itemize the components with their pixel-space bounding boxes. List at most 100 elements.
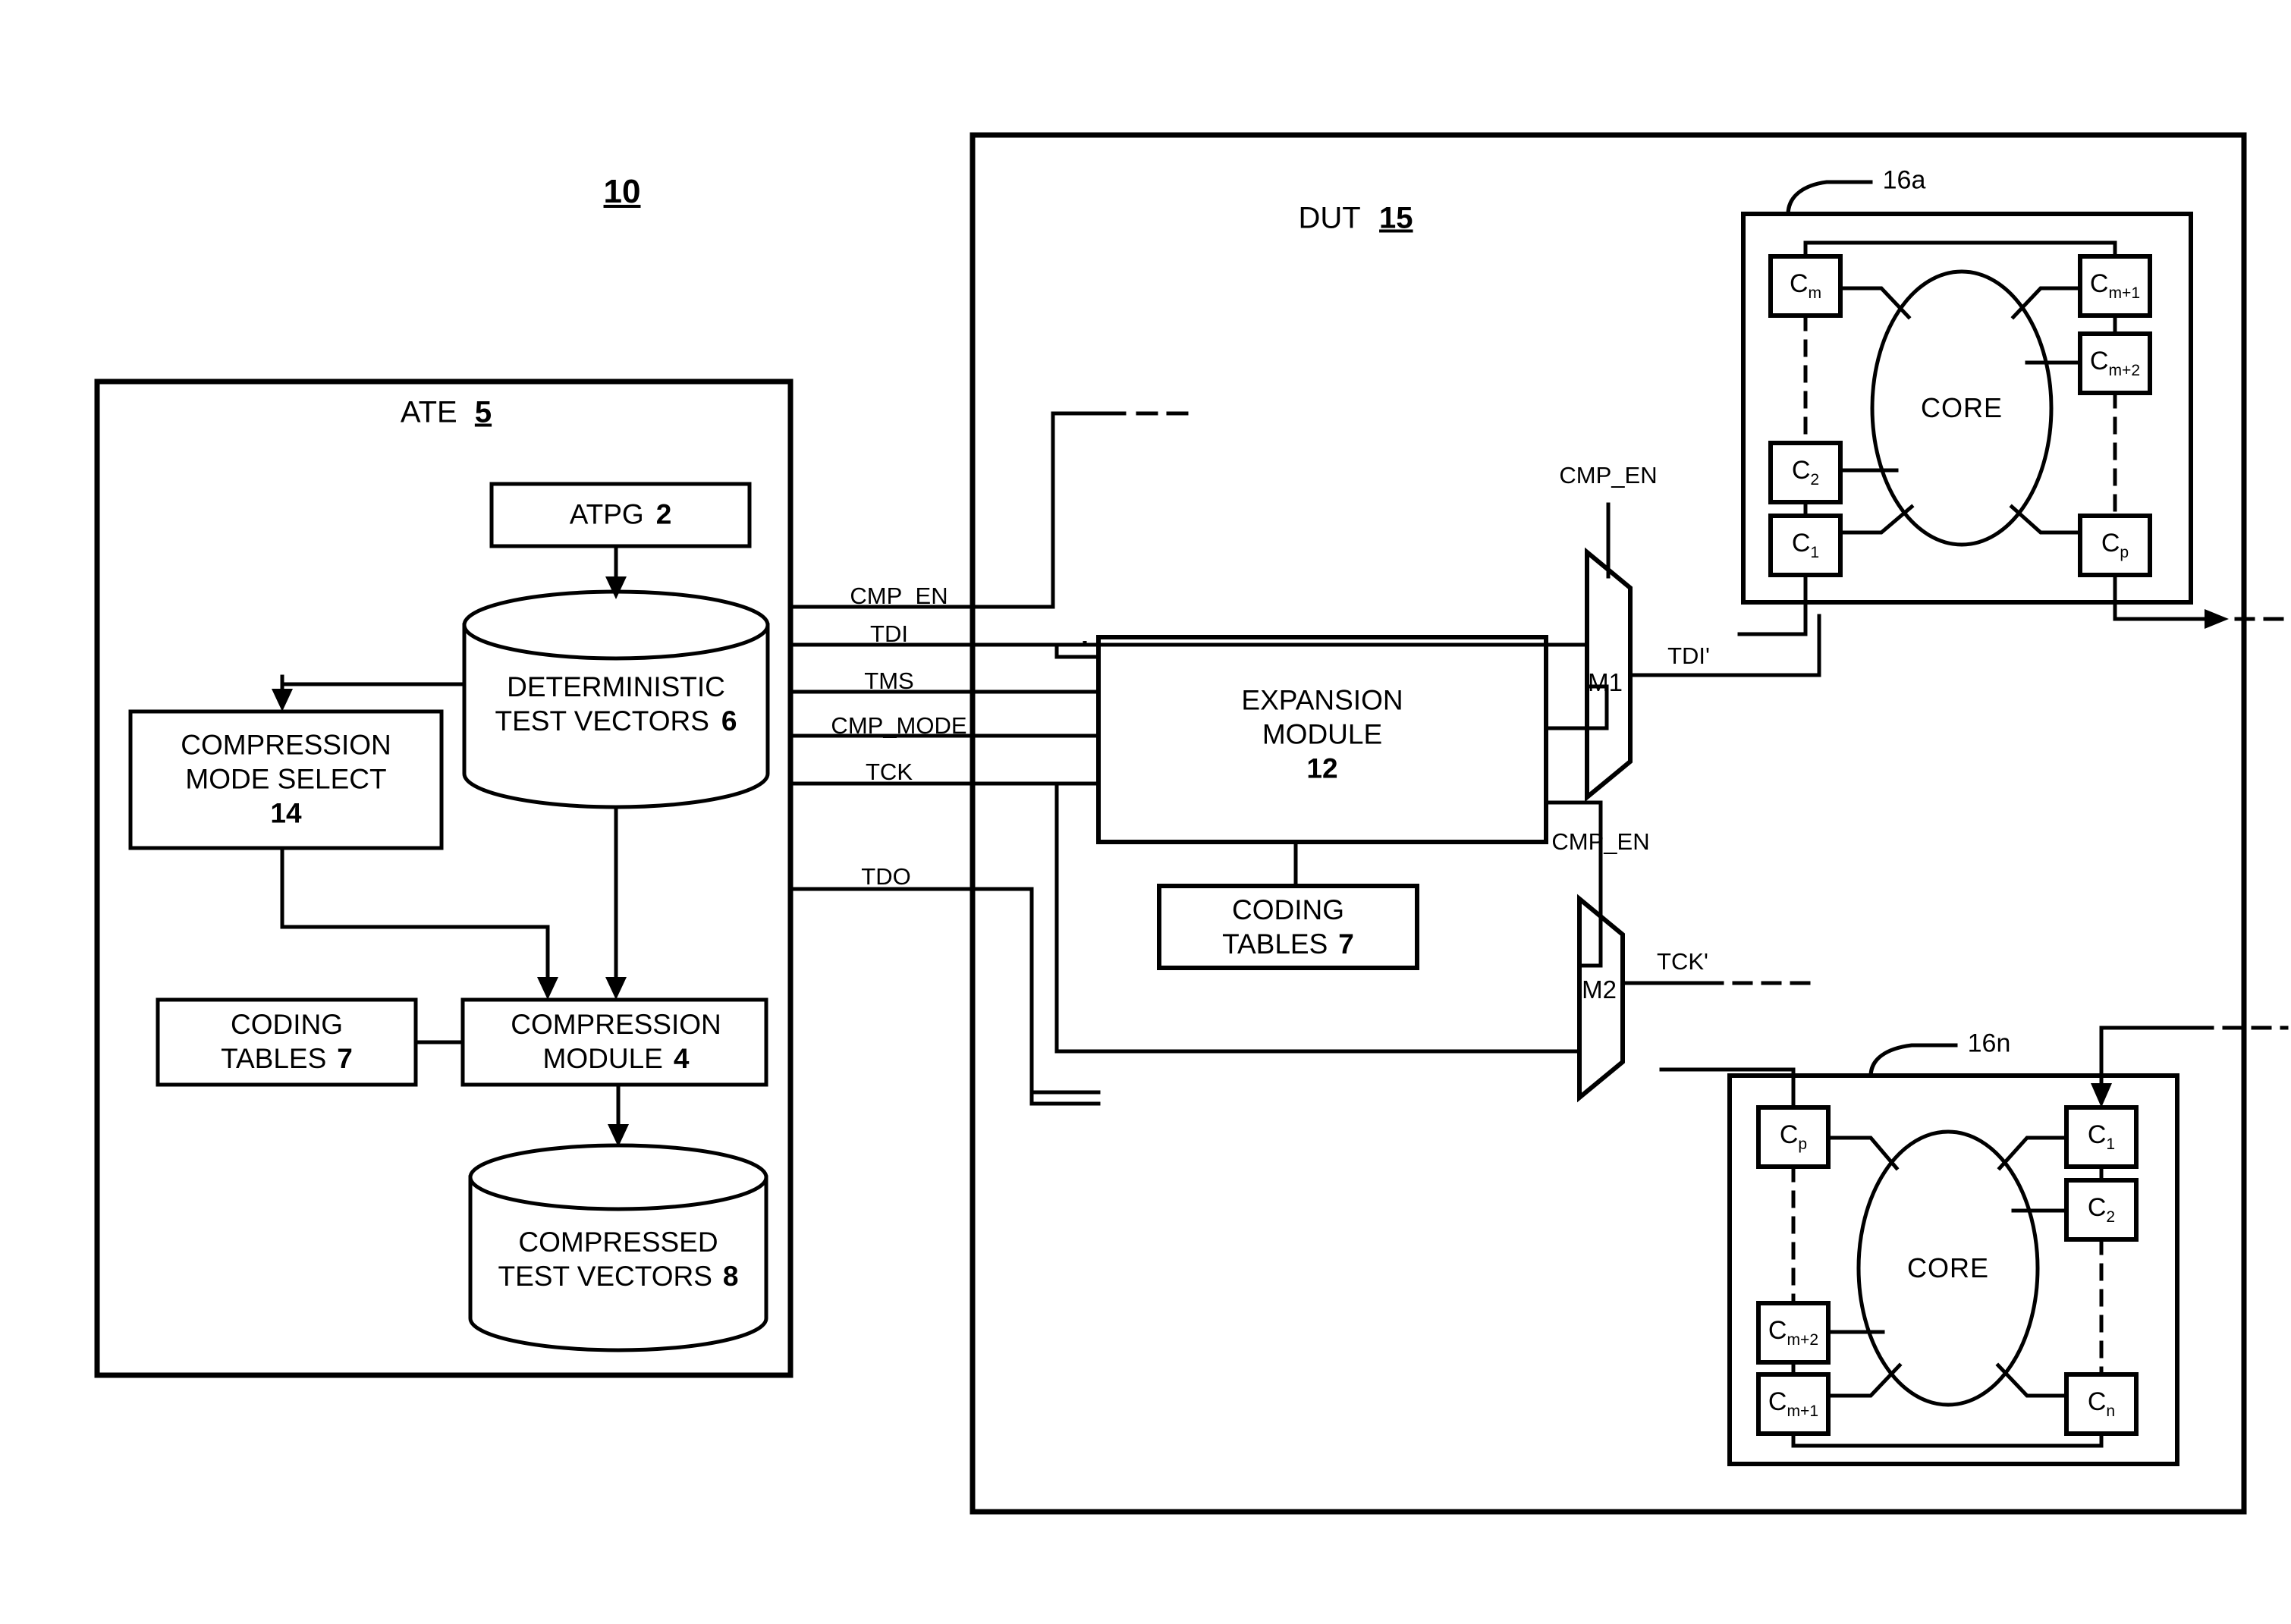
cell-sub: 2 bbox=[2106, 1208, 2116, 1226]
cell-label: Cp bbox=[1780, 1120, 1807, 1154]
cell-base: C bbox=[1779, 1120, 1799, 1150]
cmod-line1: COMPRESSION bbox=[511, 1008, 721, 1040]
cell-sub: m bbox=[1808, 284, 1822, 302]
figure-canvas: 10 ATE 5 DUT 15 ATPG 2 DETERMINISTIC TEST… bbox=[0, 0, 2291, 1624]
chain-16a-cp-out bbox=[2113, 573, 2210, 621]
cmod-line2: MODULE bbox=[542, 1043, 663, 1074]
cell-base: C bbox=[2087, 1120, 2107, 1150]
cell-sub: p bbox=[1798, 1135, 1808, 1153]
cell-base: C bbox=[2089, 269, 2109, 299]
cell-label: Cm+1 bbox=[2090, 269, 2140, 303]
cell-sub: n bbox=[2106, 1402, 2116, 1420]
atpg-text: ATPG bbox=[569, 498, 644, 530]
cell-base: C bbox=[1768, 1387, 1787, 1417]
cell-base: C bbox=[1791, 529, 1811, 558]
bus-tdo bbox=[788, 887, 1101, 1106]
cell-base: C bbox=[1768, 1316, 1787, 1346]
cmod-ref: 4 bbox=[673, 1043, 690, 1074]
expansion-module-label: EXPANSION MODULE 12 bbox=[1241, 683, 1403, 785]
ct-dut-line1: CODING bbox=[1231, 894, 1344, 925]
cell-sub: m+2 bbox=[2108, 361, 2141, 379]
cell-label: C1 bbox=[1792, 529, 1819, 562]
em-line1: EXPANSION bbox=[1241, 684, 1403, 716]
cell-sub: 1 bbox=[1810, 543, 1820, 561]
dtv-ref: 6 bbox=[721, 705, 737, 737]
em-line2: MODULE bbox=[1262, 718, 1383, 750]
signal-label-cmp-en: CMP_EN bbox=[850, 583, 948, 609]
signal-label-tms: TMS bbox=[864, 668, 914, 694]
compression-mode-select-label: COMPRESSION MODE SELECT 14 bbox=[181, 727, 391, 830]
chain-16n-bottom bbox=[1791, 1431, 2104, 1448]
cell-sub: m+1 bbox=[2108, 284, 2141, 302]
coding-tables-ate-label: CODING TABLES 7 bbox=[221, 1007, 353, 1076]
ct-dut-ref: 7 bbox=[1338, 928, 1354, 960]
core-wire bbox=[2010, 286, 2082, 320]
mux2-label: M2 bbox=[1582, 975, 1617, 1004]
leader-16n bbox=[1868, 1043, 1958, 1078]
ctv-line2-wrap: TEST VECTORS 8 bbox=[498, 1259, 739, 1293]
core-block-16n-ref: 16n bbox=[1967, 1029, 2011, 1058]
cell-label: Cm+2 bbox=[1768, 1316, 1818, 1349]
core-block-16a-ref: 16a bbox=[1882, 165, 1926, 195]
ate-ref: 5 bbox=[474, 395, 492, 429]
ate-title: ATE 5 bbox=[401, 396, 492, 430]
ctv-ref: 8 bbox=[722, 1261, 739, 1292]
signal-label-cmp-mode: CMP_MODE bbox=[831, 712, 967, 739]
core-wire bbox=[1997, 1136, 2069, 1171]
em-ref: 12 bbox=[1306, 752, 1338, 784]
cmod-line2-wrap: MODULE 4 bbox=[511, 1041, 721, 1076]
cell-label: Cm bbox=[1790, 269, 1821, 303]
deterministic-test-vectors-label: DETERMINISTIC TEST VECTORS 6 bbox=[495, 670, 737, 738]
ctv-line2: TEST VECTORS bbox=[498, 1261, 712, 1292]
mux2-select-label: CMP_EN bbox=[1551, 828, 1650, 855]
cell-sub: 1 bbox=[2106, 1135, 2116, 1153]
bus-cmp-en bbox=[788, 411, 1127, 609]
signal-label-tdo: TDO bbox=[861, 863, 911, 890]
coding-tables-dut-label: CODING TABLES 7 bbox=[1222, 893, 1354, 961]
signal-label-tck: TCK bbox=[866, 759, 913, 785]
mux1-output-label: TDI' bbox=[1667, 642, 1710, 669]
ctv-line1: COMPRESSED bbox=[518, 1226, 718, 1258]
cell-base: C bbox=[2089, 347, 2109, 376]
compression-module-label: COMPRESSION MODULE 4 bbox=[511, 1007, 721, 1076]
core-label-16a: CORE bbox=[1920, 392, 2003, 423]
cell-sub: 2 bbox=[1810, 470, 1820, 488]
line-dtv-to-cms bbox=[280, 680, 467, 686]
cell-base: C bbox=[2101, 529, 2120, 558]
dut-title: DUT 15 bbox=[1298, 202, 1413, 236]
chain-16a-top bbox=[1803, 240, 2117, 259]
cell-sub: m+2 bbox=[1787, 1330, 1819, 1349]
line-m1-out bbox=[1628, 614, 1821, 677]
cell-label: C2 bbox=[2088, 1193, 2115, 1227]
compressed-test-vectors-label: COMPRESSED TEST VECTORS 8 bbox=[498, 1225, 739, 1293]
cell-base: C bbox=[2087, 1193, 2107, 1223]
dut-frame bbox=[970, 132, 2247, 1515]
cell-label: C2 bbox=[1792, 456, 1819, 489]
cell-sub: p bbox=[2120, 543, 2129, 561]
dtv-line2: TEST VECTORS bbox=[495, 705, 709, 737]
line-tdo-route bbox=[1029, 887, 1101, 1095]
ct-ate-line2-wrap: TABLES 7 bbox=[221, 1041, 353, 1076]
cms-ref: 14 bbox=[270, 797, 302, 829]
cell-label: C1 bbox=[2088, 1120, 2115, 1154]
ct-ate-line2: TABLES bbox=[221, 1043, 327, 1074]
mux1-label: M1 bbox=[1588, 668, 1623, 696]
cell-label: Cm+1 bbox=[1768, 1387, 1818, 1421]
ate-title-text: ATE bbox=[400, 395, 457, 429]
dut-ref: 15 bbox=[1379, 201, 1413, 235]
cms-line1: COMPRESSION bbox=[181, 729, 391, 761]
mux2-output-label: TCK' bbox=[1657, 948, 1708, 975]
line-em-to-m2 bbox=[1544, 800, 1603, 968]
cell-base: C bbox=[1791, 456, 1811, 485]
mux1-select-label: CMP_EN bbox=[1559, 462, 1658, 488]
cell-base: C bbox=[2087, 1387, 2107, 1417]
ct-dut-line2: TABLES bbox=[1222, 928, 1328, 960]
atpg-ref: 2 bbox=[655, 498, 672, 530]
atpg-block-label: ATPG 2 bbox=[570, 497, 672, 531]
leader-16a bbox=[1786, 180, 1873, 216]
ct-ate-line1: CODING bbox=[230, 1008, 343, 1040]
core-wire bbox=[1826, 1136, 1900, 1171]
cell-base: C bbox=[1789, 269, 1809, 299]
dut-title-text: DUT bbox=[1298, 201, 1360, 235]
line-cms-to-cm bbox=[280, 846, 550, 988]
